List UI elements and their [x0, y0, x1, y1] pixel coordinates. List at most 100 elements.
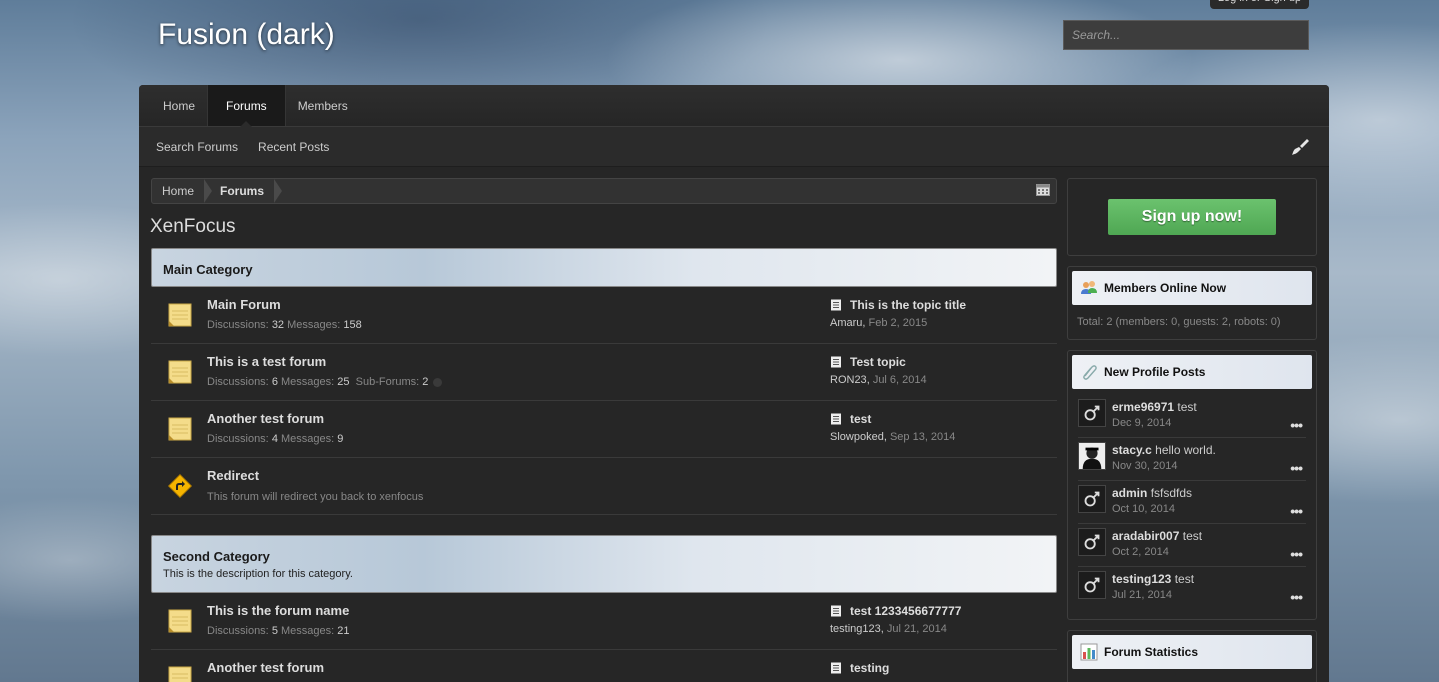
profile-post-user[interactable]: admin — [1112, 486, 1147, 500]
profile-post-item: stacy.c hello world. Nov 30, 2014 ••• — [1078, 438, 1306, 481]
members-icon — [1081, 281, 1097, 294]
forum-name[interactable]: Another test forum — [207, 660, 324, 675]
document-icon — [831, 605, 841, 617]
last-post-title[interactable]: Test topic — [830, 355, 906, 369]
calendar-icon[interactable] — [1036, 184, 1050, 196]
male-avatar-icon[interactable] — [1078, 399, 1106, 427]
more-options-icon[interactable]: ••• — [1290, 460, 1303, 476]
login-signup-link[interactable]: Log in or Sign up — [1210, 0, 1309, 9]
breadcrumb: Home Forums — [151, 178, 1057, 204]
breadcrumb-forums[interactable]: Forums — [210, 179, 283, 203]
members-online-summary: Total: 2 (members: 0, guests: 2, robots:… — [1077, 316, 1281, 328]
forum-row: Another test forum Discussions: 4 Messag… — [151, 401, 1057, 458]
profile-post-date[interactable]: Oct 2, 2014 — [1112, 546, 1169, 558]
category-title[interactable]: Second Category — [163, 549, 1045, 564]
signup-block: Sign up now! — [1067, 178, 1317, 256]
forum-statistics-header: Forum Statistics — [1072, 635, 1312, 669]
content-wrapper: Home Forums Members Search Forums Recent… — [139, 85, 1329, 682]
last-post-user[interactable]: Slowpoked — [830, 431, 884, 443]
last-post-date[interactable]: Feb 2, 2015 — [869, 317, 928, 329]
paperclip-icon — [1083, 365, 1097, 380]
last-post-date[interactable]: Sep 13, 2014 — [890, 431, 955, 443]
last-post-date[interactable]: Jul 21, 2014 — [887, 623, 947, 635]
last-post-title[interactable]: test — [830, 412, 871, 426]
profile-post-text: test — [1177, 400, 1197, 414]
profile-post-item: aradabir007 test Oct 2, 2014 ••• — [1078, 524, 1306, 567]
profile-post-user[interactable]: stacy.c — [1112, 443, 1152, 457]
profile-post-text: hello world. — [1155, 443, 1216, 457]
forum-name[interactable]: Redirect — [207, 468, 259, 483]
forum-stats: Discussions: 5 Messages: 21 — [207, 625, 350, 637]
forum-notepad-icon — [168, 666, 192, 682]
profile-posts-header: New Profile Posts — [1072, 355, 1312, 389]
forum-notepad-icon — [168, 360, 192, 384]
search-input[interactable] — [1063, 20, 1309, 50]
last-post-title[interactable]: testing — [830, 661, 889, 675]
profile-post-date[interactable]: Dec 9, 2014 — [1112, 417, 1171, 429]
male-avatar-icon[interactable] — [1078, 528, 1106, 556]
profile-post-date[interactable]: Jul 21, 2014 — [1112, 589, 1172, 601]
site-header: Fusion (dark) Log in or Sign up — [0, 0, 1439, 85]
last-post-user[interactable]: RON23 — [830, 374, 867, 386]
signup-button[interactable]: Sign up now! — [1108, 199, 1276, 235]
document-icon — [831, 662, 841, 674]
category-header-second[interactable]: Second Category This is the description … — [151, 535, 1057, 593]
profile-post-user[interactable]: aradabir007 — [1112, 529, 1179, 543]
subforum-dropdown-icon[interactable] — [433, 377, 443, 387]
paint-brush-icon[interactable] — [1291, 138, 1309, 156]
forum-stats: Discussions: 6 Messages: 25 Sub-Forums: … — [207, 376, 443, 388]
forum-name[interactable]: This is a test forum — [207, 354, 326, 369]
forum-row-redirect: Redirect This forum will redirect you ba… — [151, 458, 1057, 515]
profile-post-item: erme96971 test Dec 9, 2014 ••• — [1078, 395, 1306, 438]
category-description: This is the description for this categor… — [163, 568, 353, 580]
last-post-date[interactable]: Jul 6, 2014 — [873, 374, 927, 386]
last-post-title[interactable]: test 1233456677777 — [830, 604, 961, 618]
profile-post-date[interactable]: Nov 30, 2014 — [1112, 460, 1177, 472]
recent-posts-link[interactable]: Recent Posts — [258, 140, 329, 154]
more-options-icon[interactable]: ••• — [1290, 546, 1303, 562]
forum-row: Main Forum Discussions: 32 Messages: 158… — [151, 287, 1057, 344]
breadcrumb-home[interactable]: Home — [152, 179, 213, 203]
male-avatar-icon[interactable] — [1078, 571, 1106, 599]
forum-row: Another test forum testing — [151, 650, 1057, 682]
tab-home[interactable]: Home — [151, 85, 207, 126]
main-nav: Home Forums Members — [139, 85, 1329, 127]
category-header-main[interactable]: Main Category — [151, 248, 1057, 287]
search-forums-link[interactable]: Search Forums — [156, 140, 238, 154]
forum-name[interactable]: This is the forum name — [207, 603, 349, 618]
bar-chart-icon — [1080, 643, 1098, 661]
tab-members[interactable]: Members — [286, 85, 360, 126]
sub-nav: Search Forums Recent Posts — [139, 127, 1329, 167]
profile-post-user[interactable]: testing123 — [1112, 572, 1171, 586]
user-photo-avatar[interactable] — [1078, 442, 1106, 470]
forum-name[interactable]: Another test forum — [207, 411, 324, 426]
redirect-sign-icon — [167, 473, 193, 499]
last-post-meta: Amaru, Feb 2, 2015 — [830, 317, 928, 329]
site-title[interactable]: Fusion (dark) — [158, 18, 335, 52]
last-post-user[interactable]: testing123 — [830, 623, 881, 635]
forum-row: This is the forum name Discussions: 5 Me… — [151, 593, 1057, 650]
last-post-meta: testing123, Jul 21, 2014 — [830, 623, 947, 635]
male-avatar-icon[interactable] — [1078, 485, 1106, 513]
forum-statistics-block: Forum Statistics — [1067, 630, 1317, 682]
forum-row: This is a test forum Discussions: 6 Mess… — [151, 344, 1057, 401]
last-post-title[interactable]: This is the topic title — [830, 298, 966, 312]
members-online-block: Members Online Now Total: 2 (members: 0,… — [1067, 266, 1317, 340]
forum-name[interactable]: Main Forum — [207, 297, 281, 312]
document-icon — [831, 356, 841, 368]
tab-forums[interactable]: Forums — [207, 85, 286, 127]
profile-post-date[interactable]: Oct 10, 2014 — [1112, 503, 1175, 515]
forum-notepad-icon — [168, 303, 192, 327]
members-online-header: Members Online Now — [1072, 271, 1312, 305]
more-options-icon[interactable]: ••• — [1290, 589, 1303, 605]
profile-post-item: admin fsfsdfds Oct 10, 2014 ••• — [1078, 481, 1306, 524]
last-post-user[interactable]: Amaru — [830, 317, 862, 329]
last-post-meta: RON23, Jul 6, 2014 — [830, 374, 927, 386]
more-options-icon[interactable]: ••• — [1290, 503, 1303, 519]
forum-stats: Discussions: 32 Messages: 158 — [207, 319, 362, 331]
profile-posts-block: New Profile Posts erme96971 test Dec 9, … — [1067, 350, 1317, 620]
more-options-icon[interactable]: ••• — [1290, 417, 1303, 433]
forum-stats: Discussions: 4 Messages: 9 — [207, 433, 344, 445]
profile-post-user[interactable]: erme96971 — [1112, 400, 1174, 414]
category-title[interactable]: Main Category — [163, 262, 1045, 277]
